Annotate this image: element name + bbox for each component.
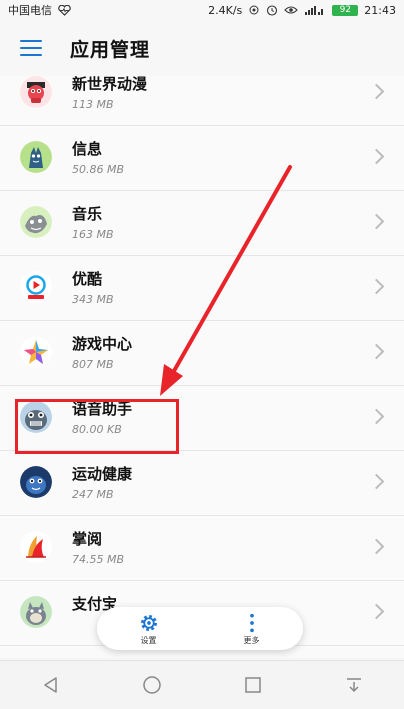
app-name: 运动健康 [72, 465, 133, 483]
list-item[interactable]: 运动健康 247 MB [0, 451, 404, 516]
app-size: 50.86 MB [72, 163, 125, 176]
chevron-right-icon [368, 538, 385, 555]
app-name: 优酷 [72, 270, 103, 288]
list-item[interactable]: 掌阅 74.55 MB [0, 516, 404, 581]
app-size: 807 MB [72, 358, 114, 371]
more-vertical-icon [249, 613, 254, 632]
anime-app-icon [20, 76, 52, 108]
menu-icon[interactable] [20, 40, 42, 56]
app-size: 74.55 MB [72, 553, 125, 566]
more-button[interactable]: 更多 [241, 612, 263, 646]
app-name: 语音助手 [72, 400, 133, 418]
chevron-right-icon [368, 603, 385, 620]
back-triangle-icon [43, 677, 57, 693]
app-list[interactable]: 新世界动漫 113 MB 信息 50.86 MB 音乐 163 MB 优酷 34… [0, 76, 404, 658]
recents-square-icon [244, 677, 261, 693]
app-size: 113 MB [72, 98, 114, 111]
battery-level: 92 [332, 4, 359, 16]
recents-button[interactable] [233, 665, 273, 705]
clock: 21:43 [364, 3, 396, 17]
hotspot-icon [249, 5, 259, 15]
chevron-right-icon [368, 408, 385, 425]
list-item[interactable]: 音乐 163 MB [0, 191, 404, 256]
app-size: 80.00 KB [72, 423, 122, 436]
gear-icon [140, 614, 157, 631]
sports-health-app-icon [20, 466, 52, 498]
app-name: 游戏中心 [72, 335, 133, 353]
game-center-app-icon [20, 336, 52, 368]
chevron-right-icon [368, 343, 385, 360]
list-item[interactable]: 游戏中心 807 MB [0, 321, 404, 386]
music-app-icon [20, 206, 52, 238]
chevron-right-icon [368, 213, 385, 230]
pulldown-icon [346, 678, 361, 693]
app-name: 掌阅 [72, 530, 103, 548]
eye-comfort-icon [284, 6, 299, 14]
chevron-right-icon [368, 473, 385, 490]
page-title: 应用管理 [70, 38, 151, 61]
list-item[interactable]: 信息 50.86 MB [0, 126, 404, 191]
alarm-icon [267, 5, 278, 16]
status-right: 2.4K/s 92 21:43 [208, 4, 396, 17]
list-item[interactable]: 语音助手 80.00 KB [0, 386, 404, 451]
app-size: 247 MB [72, 488, 114, 501]
settings-button[interactable]: 设置 [138, 612, 160, 646]
list-item[interactable]: 优酷 343 MB [0, 256, 404, 321]
more-label: 更多 [243, 635, 260, 645]
home-circle-icon [142, 676, 161, 694]
youku-app-icon [20, 271, 52, 303]
alipay-app-icon [20, 596, 52, 628]
home-button[interactable] [132, 665, 172, 705]
navigation-bar [0, 660, 404, 709]
status-left: 中国电信 [8, 2, 71, 18]
notification-pulldown-button[interactable] [334, 665, 374, 705]
network-speed: 2.4K/s [208, 3, 243, 17]
ireader-app-icon [20, 531, 52, 563]
app-bar: 应用管理 [0, 20, 404, 76]
app-name: 音乐 [72, 205, 103, 223]
chevron-right-icon [368, 83, 385, 100]
messages-app-icon [20, 141, 52, 173]
app-size: 343 MB [72, 293, 114, 306]
carrier-name: 中国电信 [8, 4, 52, 17]
app-name: 信息 [72, 140, 103, 158]
heart-health-icon [58, 4, 71, 16]
app-name: 新世界动漫 [72, 76, 148, 93]
chevron-right-icon [368, 278, 385, 295]
app-size: 163 MB [72, 228, 114, 241]
signal-icon [305, 6, 324, 15]
chevron-right-icon [368, 148, 385, 165]
status-bar: 中国电信 2.4K/s 92 21:43 [0, 0, 404, 20]
settings-label: 设置 [140, 635, 157, 645]
voice-assistant-app-icon [20, 401, 52, 433]
back-button[interactable] [31, 665, 71, 705]
bottom-action-panel: 设置 更多 [97, 607, 303, 650]
list-item[interactable]: 新世界动漫 113 MB [0, 76, 404, 126]
